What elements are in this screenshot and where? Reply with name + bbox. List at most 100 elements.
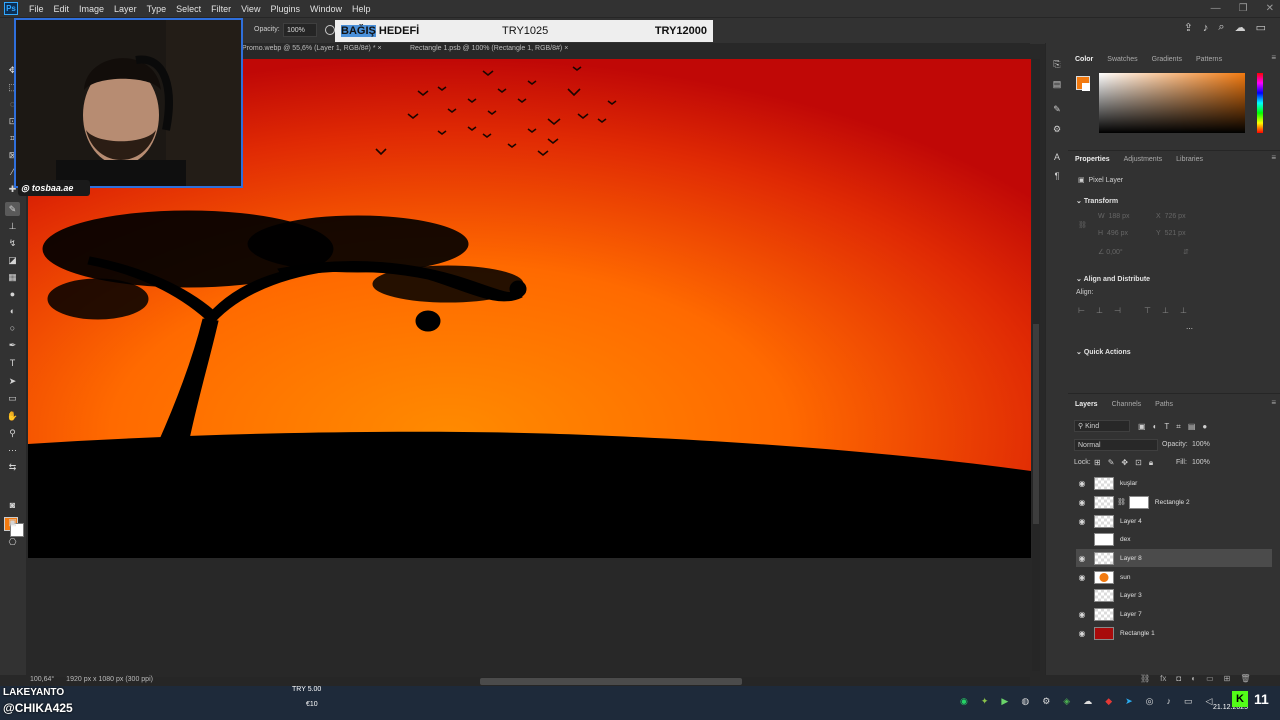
menu-image[interactable]: Image (74, 4, 109, 14)
tab-channels[interactable]: Channels (1105, 401, 1149, 408)
tab-patterns[interactable]: Patterns (1189, 56, 1229, 63)
align-left-icon[interactable]: ⊢ (1078, 306, 1086, 315)
history-brush-tool-icon[interactable]: ↯ (5, 236, 20, 250)
content-aware-icon[interactable]: ⎔ (5, 535, 20, 549)
layer-row[interactable]: ◉ Layer 4 (1076, 512, 1272, 530)
gradient-tool-icon[interactable]: ▦ (5, 270, 20, 284)
layer-row[interactable]: ◉ sun (1076, 568, 1272, 586)
lock-pixels-icon[interactable]: ✎ (1108, 458, 1115, 468)
search-icon[interactable]: ⌕ (1218, 21, 1224, 34)
lock-transparent-icon[interactable]: ⊞ (1094, 458, 1101, 468)
record-icon[interactable]: ◍ (1021, 696, 1029, 707)
align-right-icon[interactable]: ⊣ (1114, 306, 1122, 315)
color-background-swatch[interactable] (1082, 83, 1090, 91)
whatsapp-icon[interactable]: ◉ (960, 696, 968, 707)
menu-view[interactable]: View (236, 4, 265, 14)
hand-tool-icon[interactable]: ✋ (5, 409, 20, 423)
tab-paths[interactable]: Paths (1148, 401, 1180, 408)
menu-filter[interactable]: Filter (206, 4, 236, 14)
align-bottom-icon[interactable]: ⊥ (1180, 306, 1188, 315)
eraser-tool-icon[interactable]: ◪ (5, 253, 20, 267)
layer-row[interactable]: ◉ Layer 7 (1076, 605, 1272, 623)
blur-tool-icon[interactable]: ● (5, 287, 20, 301)
adjustment-presets-icon[interactable]: ⚙ (1050, 123, 1064, 135)
brush-tool-icon[interactable]: ✎ (5, 202, 20, 216)
layer-row[interactable]: ◉ Rectangle 1 (1076, 624, 1272, 642)
more-tools-icon[interactable]: ⋯ (5, 443, 20, 457)
menu-type[interactable]: Type (142, 4, 172, 14)
type-tool-icon[interactable]: T (5, 356, 20, 370)
notification-bell-icon[interactable]: ♪ (1203, 22, 1209, 34)
telegram-icon[interactable]: ➤ (1125, 696, 1133, 707)
close-button[interactable]: ✕ (1266, 3, 1274, 14)
filter-type-icon[interactable]: T (1164, 422, 1169, 432)
layer-row[interactable]: ◉ kuşlar (1076, 474, 1272, 492)
tab-color[interactable]: Color (1068, 56, 1100, 63)
tab-gradients[interactable]: Gradients (1145, 56, 1189, 63)
scroll-thumb[interactable] (1033, 324, 1039, 524)
tab-rectangle[interactable]: Rectangle 1.psb @ 100% (Rectangle 1, RGB… (410, 45, 568, 52)
visibility-eye-icon[interactable]: ◉ (1076, 629, 1088, 638)
transform-section[interactable]: ⌄ Transform (1076, 197, 1118, 205)
panel-menu-icon[interactable]: ≡ (1271, 153, 1276, 162)
tab-promo[interactable]: Promo.webp @ 55,6% (Layer 1, RGB/8#) * × (242, 45, 382, 52)
swap-colors-icon[interactable]: ⇆ (5, 460, 20, 474)
photoshop-logo-icon[interactable]: Ps (4, 2, 18, 15)
visibility-eye-icon[interactable]: ◉ (1076, 517, 1088, 526)
cloud-icon[interactable]: ☁ (1083, 696, 1092, 707)
antivirus-icon[interactable]: ◆ (1105, 696, 1112, 707)
network-icon[interactable]: ▭ (1184, 696, 1193, 707)
panel-menu-icon[interactable]: ≡ (1271, 53, 1276, 62)
stamp-tool-icon[interactable]: ⊥ (5, 219, 20, 233)
layer-row[interactable]: Layer 3 (1076, 586, 1272, 604)
menu-window[interactable]: Window (305, 4, 347, 14)
menu-help[interactable]: Help (347, 4, 376, 14)
burn-tool-icon[interactable]: ○ (5, 321, 20, 335)
menu-file[interactable]: File (24, 4, 49, 14)
align-top-icon[interactable]: ⊤ (1144, 306, 1152, 315)
color-picker-field[interactable] (1099, 73, 1245, 133)
paragraph-panel-icon[interactable]: ¶ (1050, 170, 1064, 182)
layer-opacity-field[interactable]: 100% (1192, 441, 1210, 448)
pressure-opacity-icon[interactable] (325, 25, 335, 35)
canvas-horizontal-scrollbar[interactable] (30, 677, 1030, 686)
canvas-vertical-scrollbar[interactable] (1032, 59, 1040, 671)
play-icon[interactable]: ▶ (1001, 696, 1008, 707)
comments-panel-icon[interactable]: ▤ (1050, 78, 1064, 90)
history-panel-icon[interactable]: ⎘ (1050, 58, 1064, 70)
visibility-eye-icon[interactable]: ◉ (1076, 479, 1088, 488)
tab-adjustments[interactable]: Adjustments (1117, 156, 1170, 163)
opacity-field[interactable]: 100% (283, 23, 317, 37)
filter-adjustment-icon[interactable]: ◐ (1153, 422, 1158, 432)
lock-all-icon[interactable]: 🔒︎ (1149, 458, 1153, 468)
menu-layer[interactable]: Layer (109, 4, 142, 14)
layer-mask-thumbnail[interactable] (1128, 495, 1149, 509)
hue-slider[interactable] (1257, 73, 1263, 133)
tab-swatches[interactable]: Swatches (1100, 56, 1144, 63)
shield-icon[interactable]: ◈ (1063, 696, 1070, 707)
height-field[interactable]: H 496 px (1098, 230, 1128, 237)
angle-field[interactable]: ∠ 0,00° (1098, 248, 1123, 256)
menu-plugins[interactable]: Plugins (265, 4, 305, 14)
minimize-button[interactable]: — (1211, 3, 1221, 14)
volume-icon[interactable]: ◁ (1206, 696, 1213, 707)
scroll-thumb[interactable] (480, 678, 742, 685)
delete-layer-icon[interactable]: 🗑︎ (1240, 674, 1250, 683)
add-mask-icon[interactable]: ◘ (1176, 674, 1181, 683)
blend-mode-select[interactable]: Normal (1074, 439, 1158, 451)
app-icon[interactable]: ✦ (981, 696, 989, 707)
new-group-icon[interactable]: ▭ (1206, 674, 1214, 683)
tab-layers[interactable]: Layers (1068, 401, 1105, 408)
screen-mode-icon[interactable]: ▣ (5, 515, 20, 529)
panel-menu-icon[interactable]: ≡ (1271, 398, 1276, 407)
brush-settings-icon[interactable]: ✎ (1050, 103, 1064, 115)
menu-edit[interactable]: Edit (49, 4, 75, 14)
workspace-icon[interactable]: ▭ (1256, 21, 1266, 34)
link-icon[interactable]: ⛓ (1078, 221, 1087, 229)
align-center-h-icon[interactable]: ⊥ (1096, 306, 1104, 315)
y-field[interactable]: Y 521 px (1156, 230, 1186, 237)
quick-mask-icon[interactable]: ◙ (5, 498, 20, 512)
x-field[interactable]: X 726 px (1156, 213, 1186, 220)
layer-row[interactable]: dex (1076, 530, 1272, 548)
filter-pixel-icon[interactable]: ▣ (1138, 422, 1146, 432)
